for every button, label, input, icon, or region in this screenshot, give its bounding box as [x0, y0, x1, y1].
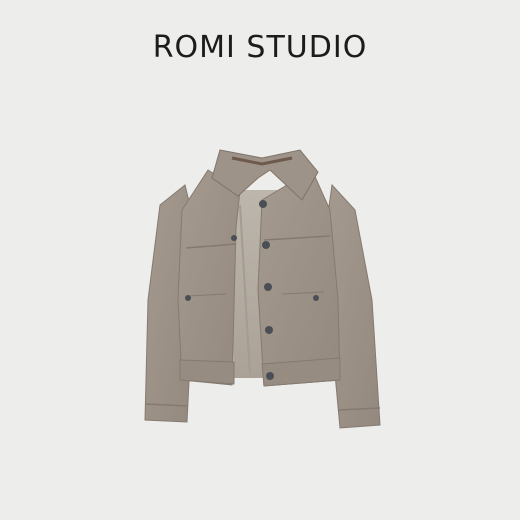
jacket-image	[144, 149, 381, 429]
jacket-left-front	[177, 169, 241, 386]
jacket-right-front	[257, 169, 341, 387]
product-card: ROMI STUDIO	[0, 0, 520, 520]
jacket-waistband	[179, 359, 235, 385]
